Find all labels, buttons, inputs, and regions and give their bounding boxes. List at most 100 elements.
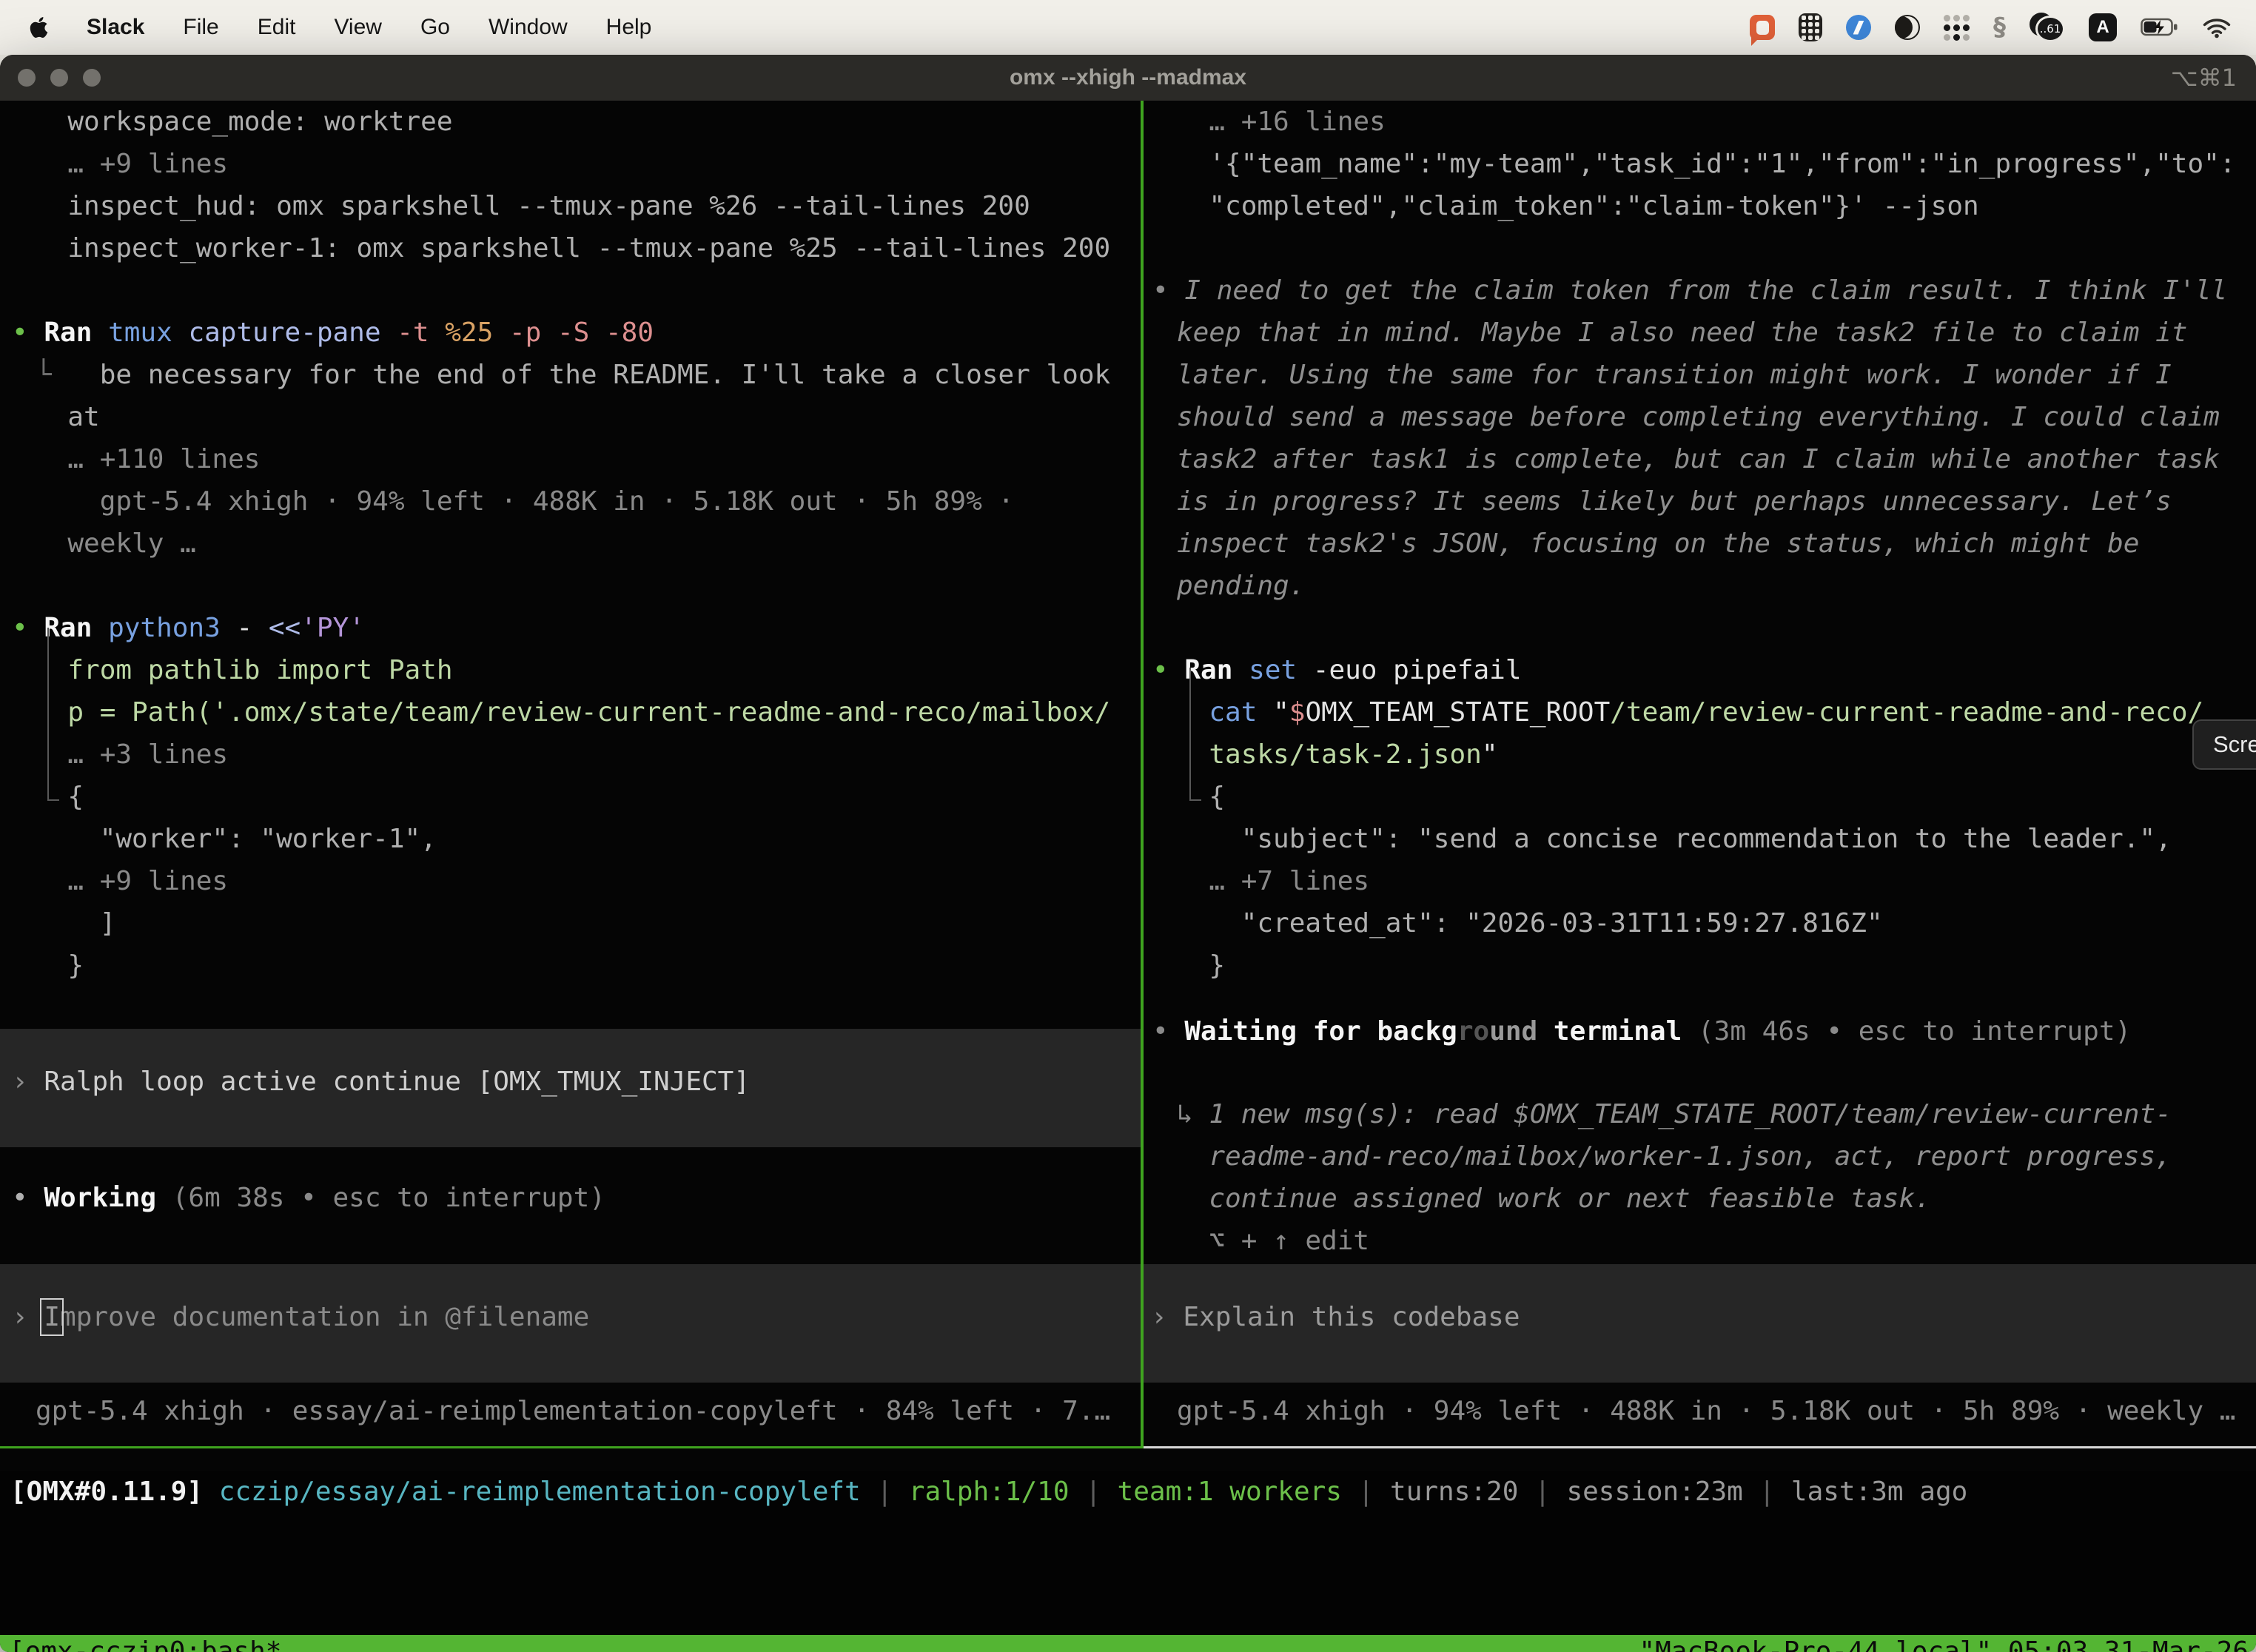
text-segment: mprove documentation in @filename bbox=[60, 1302, 589, 1332]
menu-item-edit[interactable]: Edit bbox=[258, 15, 296, 40]
mailbox-notice-line: continue assigned work or next feasible … bbox=[1144, 1178, 2256, 1220]
flow-bolt-icon[interactable] bbox=[1846, 15, 1871, 40]
text-segment: terminal bbox=[1537, 1016, 1682, 1047]
battery-icon[interactable] bbox=[2141, 17, 2179, 38]
output-line: } bbox=[0, 944, 1141, 987]
wifi-icon[interactable] bbox=[2203, 16, 2231, 38]
thinking-line: keep that in mind. Maybe I also need the… bbox=[1144, 312, 2256, 354]
output-line: "worker": "worker-1", bbox=[0, 818, 1141, 860]
text-segment: und bbox=[1489, 1016, 1537, 1047]
dots-grid-icon[interactable] bbox=[1944, 15, 1970, 41]
text-segment: ro bbox=[1457, 1016, 1489, 1047]
spacer bbox=[0, 1383, 1141, 1390]
right-terminal-pane[interactable]: … +16 lines '{"team_name":"my-team","tas… bbox=[1144, 101, 2256, 1446]
text-segment: should send a message before completing … bbox=[1177, 402, 2220, 432]
text-segment: | bbox=[861, 1477, 909, 1507]
output-line: └ be necessary for the end of the README… bbox=[0, 354, 1141, 396]
keypad-shield-icon[interactable] bbox=[1799, 13, 1822, 41]
text-segment: -p -S -80 bbox=[509, 318, 654, 348]
text-segment: turns:20 bbox=[1390, 1477, 1518, 1507]
edit-hint-line: ⌥ + ↑ edit bbox=[1144, 1220, 2256, 1262]
text-segment: capture-pane bbox=[188, 318, 397, 348]
text-segment: " bbox=[1273, 697, 1289, 728]
text-segment: • bbox=[1152, 275, 1184, 306]
code-line: tasks/task-2.json" bbox=[1144, 733, 2256, 776]
thinking-line: should send a message before completing … bbox=[1144, 396, 2256, 438]
tmux-panes: workspace_mode: worktree … +9 lines insp… bbox=[0, 101, 2256, 1446]
menu-item-app[interactable]: Slack bbox=[87, 15, 144, 40]
text-segment: << bbox=[269, 613, 301, 643]
moon-circle-icon[interactable] bbox=[1895, 15, 1920, 40]
text-segment: ralph:1/10 bbox=[909, 1477, 1070, 1507]
blank-line bbox=[0, 565, 1141, 607]
omx-hud-pane[interactable]: [OMX#0.11.9] cczip/essay/ai-reimplementa… bbox=[0, 1471, 2256, 1635]
text-segment: set bbox=[1249, 655, 1313, 685]
window-title: omx --xhigh --madmax bbox=[0, 65, 2256, 90]
text-segment: is in progress? It seems likely but perh… bbox=[1177, 486, 2172, 517]
thinking-line: pending. bbox=[1144, 565, 2256, 607]
tmux-status-bar: [omx-cczip0:bash* "MacBook-Pro-44.local"… bbox=[0, 1635, 2256, 1652]
tmux-session-label: [omx-cczip0:bash* bbox=[9, 1635, 281, 1652]
menu-item-go[interactable]: Go bbox=[420, 15, 450, 40]
output-line: at bbox=[0, 396, 1141, 438]
menu-item-view[interactable]: View bbox=[334, 15, 381, 40]
text-segment: › bbox=[12, 1302, 44, 1332]
omx-hud-status-line: [OMX#0.11.9] cczip/essay/ai-reimplementa… bbox=[0, 1471, 2256, 1513]
text-segment bbox=[203, 1477, 219, 1507]
prompt-input[interactable]: › Explain this codebase bbox=[1144, 1264, 2256, 1383]
text-segment: last:3m ago bbox=[1791, 1477, 1967, 1507]
output-line: "completed","claim_token":"claim-token"}… bbox=[1144, 185, 2256, 227]
spacer bbox=[0, 987, 1141, 1029]
text-segment: } bbox=[1177, 950, 1225, 981]
menu-item-help[interactable]: Help bbox=[606, 15, 652, 40]
window-titlebar[interactable]: omx --xhigh --madmax ⌥⌘1 bbox=[0, 55, 2256, 101]
terminal-window: omx --xhigh --madmax ⌥⌘1 workspace_mode:… bbox=[0, 55, 2256, 1652]
menu-item-file[interactable]: File bbox=[183, 15, 218, 40]
waiting-status-line: • Waiting for background terminal (3m 46… bbox=[1144, 1010, 2256, 1052]
code-line: cat "$OMX_TEAM_STATE_ROOT/team/review-cu… bbox=[1144, 691, 2256, 733]
text-segment: gpt-5.4 xhigh · 94% left · 488K in · 5.1… bbox=[36, 486, 1014, 517]
tmux-host-clock-label: "MacBook-Pro-44.local" 05:03 31-Mar-26 bbox=[1639, 1635, 2249, 1652]
text-segment: • bbox=[1152, 1016, 1184, 1047]
menu-item-window[interactable]: Window bbox=[489, 15, 568, 40]
queued-prompt-banner[interactable]: › Ralph loop active continue [OMX_TMUX_I… bbox=[0, 1029, 1141, 1147]
left-terminal-pane[interactable]: workspace_mode: worktree … +9 lines insp… bbox=[0, 101, 1141, 1446]
text-segment: I need to get the claim token from the c… bbox=[1184, 275, 2227, 306]
apple-menu-icon[interactable] bbox=[30, 16, 48, 39]
code-line: from pathlib import Path bbox=[0, 649, 1141, 691]
output-line: '{"team_name":"my-team","task_id":"1","f… bbox=[1144, 143, 2256, 185]
ran-python-line: • Ran python3 - <<'PY' bbox=[0, 607, 1141, 649]
chat-badge-icon[interactable] bbox=[1750, 15, 1775, 40]
text-segment: • bbox=[1152, 655, 1184, 685]
pane-bottom-border-inactive bbox=[1144, 1446, 2256, 1448]
text-segment: › bbox=[1151, 1302, 1183, 1332]
text-segment: $ bbox=[1289, 697, 1306, 728]
text-segment: '{"team_name":"my-team","task_id":"1","f… bbox=[1177, 149, 2235, 179]
window-shortcut-label: ⌥⌘1 bbox=[2171, 64, 2237, 92]
hook-icon[interactable]: § bbox=[1993, 13, 2006, 41]
output-line: weekly … bbox=[0, 523, 1141, 565]
text-segment: 1 new msg(s): read $OMX_TEAM_STATE_ROOT/… bbox=[1209, 1099, 2171, 1129]
working-status-line: • Working (6m 38s • esc to interrupt) bbox=[0, 1177, 1141, 1219]
text-segment: "completed","claim_token":"claim-token"}… bbox=[1177, 191, 1979, 221]
text-segment: • bbox=[12, 318, 44, 348]
text-segment: keep that in mind. Maybe I also need the… bbox=[1177, 318, 2187, 348]
text-segment: /team/review-current-readme-and-reco/ bbox=[1610, 697, 2203, 728]
text-segment: inspect_hud: omx sparkshell --tmux-pane … bbox=[36, 191, 1030, 221]
text-segment: | bbox=[1743, 1477, 1791, 1507]
text-segment: tasks/task-2.json bbox=[1177, 739, 1482, 770]
text-segment: › bbox=[12, 1067, 44, 1097]
prompt-input[interactable]: › Improve documentation in @filename bbox=[0, 1264, 1141, 1383]
output-line: inspect_worker-1: omx sparkshell --tmux-… bbox=[0, 227, 1141, 269]
text-segment: … +9 lines bbox=[36, 866, 228, 896]
text-segment: later. Using the same for transition mig… bbox=[1177, 360, 2172, 390]
count-badge-icon[interactable]: ..61 bbox=[2030, 13, 2065, 42]
text-segment: … +3 lines bbox=[36, 739, 228, 770]
output-line: … +7 lines bbox=[1144, 860, 2256, 902]
text-segment: | bbox=[1070, 1477, 1118, 1507]
text-segment: inspect task2's JSON, focusing on the st… bbox=[1177, 528, 2139, 559]
text-segment: "worker": "worker-1", bbox=[36, 824, 437, 854]
text-segment: team:1 workers bbox=[1118, 1477, 1342, 1507]
screen-tooltip: Scre bbox=[2192, 719, 2256, 770]
assistant-icon[interactable]: A bbox=[2089, 13, 2117, 41]
